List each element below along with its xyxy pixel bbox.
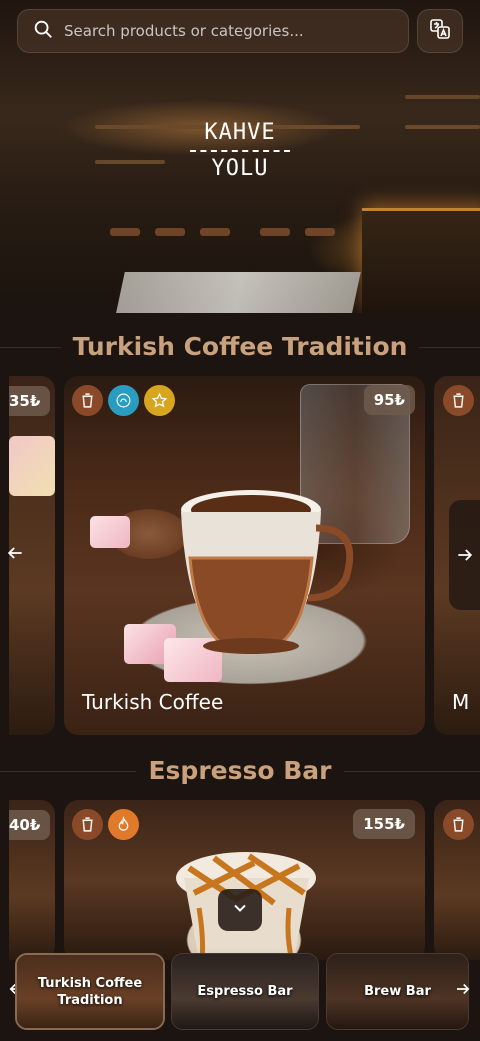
nav-next-button[interactable] [450,976,476,1006]
arrow-right-icon [454,980,472,1002]
cup-icon [72,385,103,416]
category-tab-brew-bar[interactable]: Brew Bar [326,953,469,1030]
cup-icon [443,809,474,840]
product-name-peek: M [452,690,470,714]
translate-button[interactable] [417,9,463,53]
product-card-turkish-coffee[interactable]: 95₺ Turkish Coffee [64,376,425,735]
product-name: Turkish Coffee [82,690,224,714]
product-card-peek-right[interactable] [434,800,480,960]
arrow-left-icon [5,543,25,567]
product-card-espresso[interactable]: 155₺ [64,800,425,960]
halal-icon [108,385,139,416]
price-badge: 155₺ [353,809,415,839]
search-input[interactable] [64,22,394,40]
chevron-down-icon [230,898,250,922]
brand-logo: KAHVE YOLU [178,120,302,182]
category-tab-turkish-coffee[interactable]: Turkish Coffee Tradition [15,953,165,1030]
category-tab-espresso-bar[interactable]: Espresso Bar [171,953,319,1030]
cup-icon [443,385,474,416]
price-badge: 95₺ [363,385,415,415]
carousel-next-button[interactable] [449,500,480,610]
cup-icon [72,809,103,840]
product-card-peek-left[interactable]: 40₺ [9,800,55,960]
logo-line-2: YOLU [211,156,269,181]
carousel-prev-button[interactable] [0,500,30,610]
scroll-down-button[interactable] [218,889,262,931]
section-title-turkish-coffee: Turkish Coffee Tradition [0,332,480,361]
search-bar[interactable] [17,9,409,53]
coffee-cup-image [181,490,354,654]
star-icon [144,385,175,416]
price-badge: 35₺ [9,386,51,416]
search-icon [32,18,54,44]
section-title-espresso-bar: Espresso Bar [0,756,480,785]
price-badge: 40₺ [9,810,51,840]
arrow-right-icon [455,545,475,569]
flame-icon [108,809,139,840]
logo-line-1: KAHVE [204,120,276,145]
translate-icon [428,17,452,45]
